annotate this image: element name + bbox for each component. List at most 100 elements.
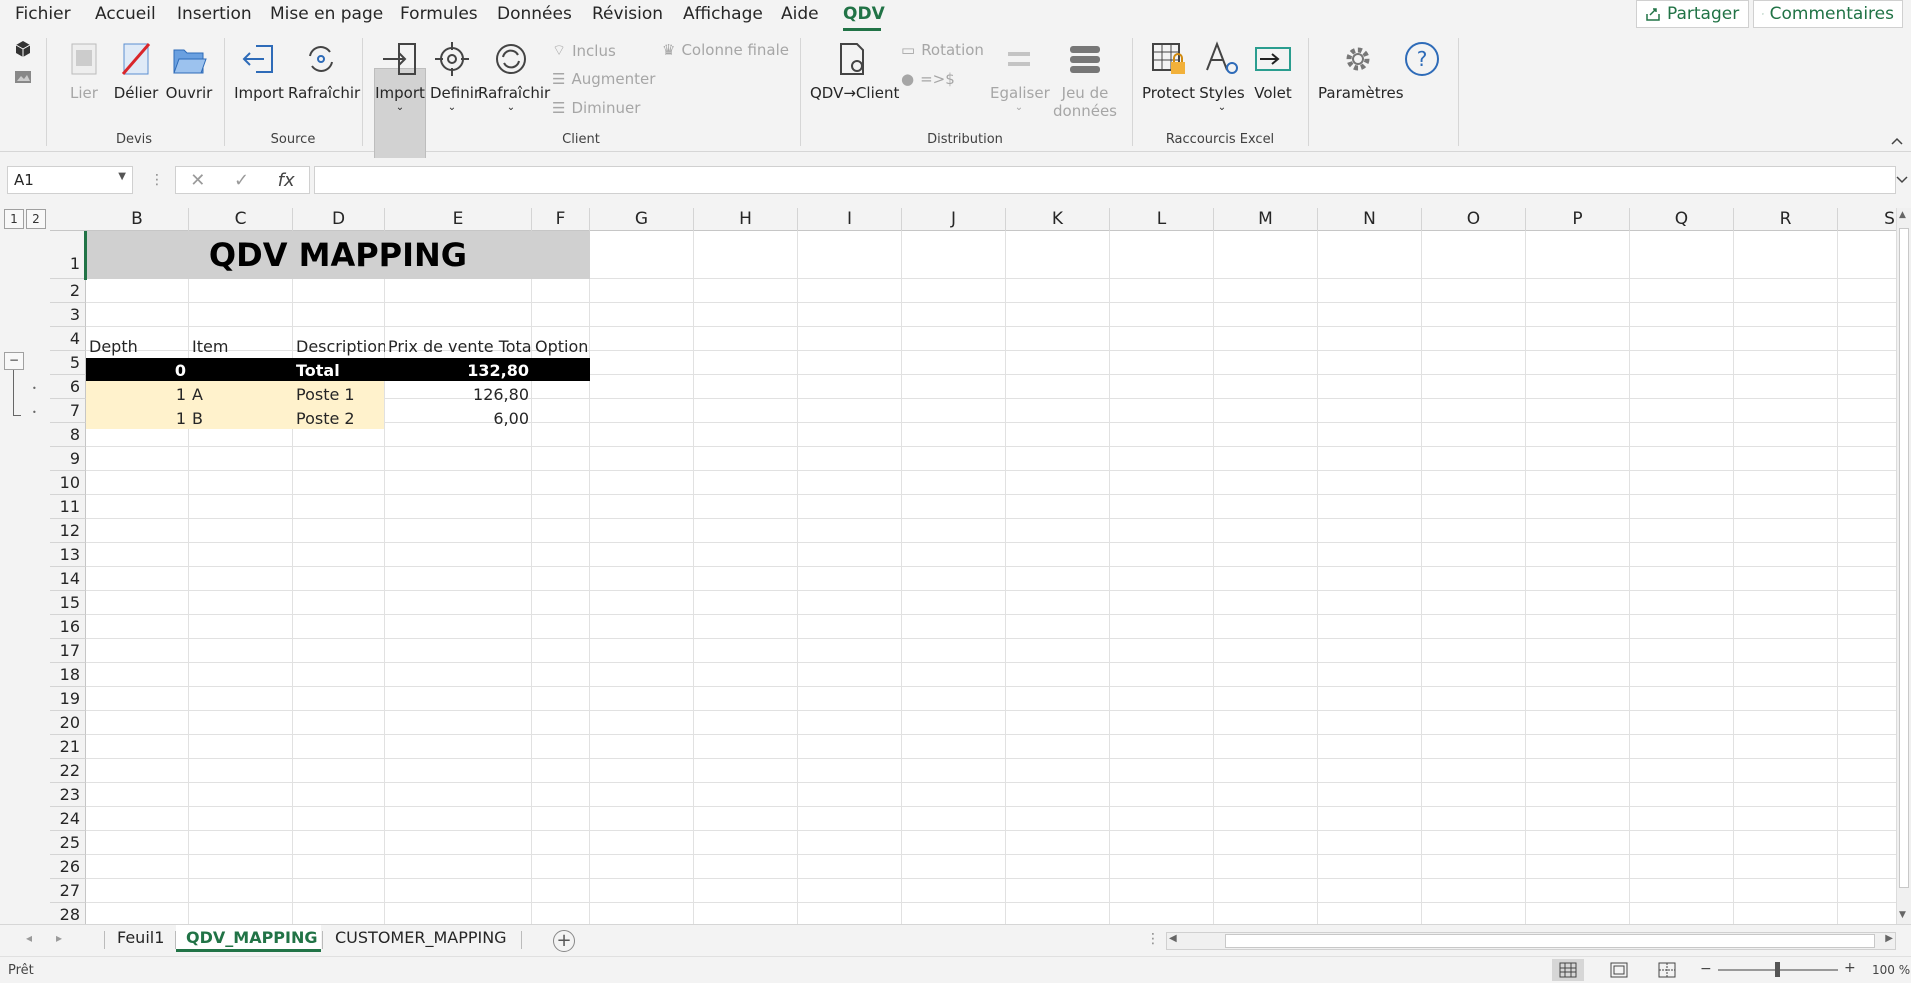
row7-depth[interactable]: 1: [86, 406, 189, 430]
enter-icon[interactable]: ✓: [234, 170, 249, 191]
row-header[interactable]: 4: [50, 327, 86, 351]
rotation-button[interactable]: ▭ Rotation: [901, 41, 984, 59]
row-header[interactable]: 27: [50, 879, 86, 903]
vertical-scrollbar[interactable]: ▲ ▼: [1896, 208, 1911, 924]
definir-button[interactable]: Definir ⌄: [430, 40, 480, 114]
column-header[interactable]: D: [293, 208, 385, 231]
row-header[interactable]: 2: [50, 279, 86, 303]
row-header[interactable]: 3: [50, 303, 86, 327]
total-description[interactable]: Total: [293, 358, 385, 382]
share-button[interactable]: Partager: [1636, 0, 1749, 28]
column-header[interactable]: K: [1006, 208, 1110, 231]
total-depth[interactable]: 0: [86, 358, 189, 382]
horizontal-scroll-thumb[interactable]: [1225, 934, 1875, 948]
column-header[interactable]: B: [86, 208, 189, 231]
scroll-left-icon[interactable]: ◀: [1169, 933, 1177, 944]
row7-item[interactable]: B: [189, 406, 293, 430]
parametres-button[interactable]: Paramètres: [1318, 40, 1404, 102]
column-header[interactable]: F: [532, 208, 590, 231]
row-header[interactable]: 7: [50, 399, 86, 423]
tab-customer-mapping[interactable]: CUSTOMER_MAPPING: [325, 925, 517, 952]
menu-accueil[interactable]: Accueil: [95, 4, 156, 24]
formula-input[interactable]: [314, 166, 1896, 194]
header-description[interactable]: Description: [293, 334, 385, 358]
menu-qdv[interactable]: QDV: [843, 4, 885, 24]
column-header[interactable]: O: [1422, 208, 1526, 231]
expand-formula-icon[interactable]: [1896, 174, 1908, 184]
zoom-in-icon[interactable]: +: [1844, 960, 1856, 976]
row6-item[interactable]: A: [189, 382, 293, 406]
add-sheet-button[interactable]: +: [553, 930, 575, 952]
qdv-client-button[interactable]: QDV→Client: [810, 40, 899, 102]
tab-feuil1[interactable]: Feuil1: [107, 925, 174, 952]
menu-formules[interactable]: Formules: [400, 4, 478, 24]
row-header[interactable]: 13: [50, 543, 86, 567]
drag-handle-icon[interactable]: ⋮: [150, 172, 164, 188]
egaliser-button[interactable]: Egaliser ⌄: [990, 40, 1050, 114]
tab-next-icon[interactable]: ▸: [56, 931, 62, 945]
help-button[interactable]: ?: [1402, 40, 1442, 84]
header-item[interactable]: Item: [189, 334, 293, 358]
cube-icon[interactable]: [14, 40, 32, 58]
column-header[interactable]: L: [1110, 208, 1214, 231]
row-header[interactable]: 14: [50, 567, 86, 591]
column-header[interactable]: Q: [1630, 208, 1734, 231]
zoom-level[interactable]: 100 %: [1872, 963, 1910, 977]
name-box[interactable]: A1 ▼: [7, 166, 133, 194]
header-option[interactable]: Option: [532, 334, 590, 358]
row-header[interactable]: 16: [50, 615, 86, 639]
insert-function-button[interactable]: fx: [278, 170, 295, 191]
delier-button[interactable]: Délier: [112, 40, 160, 102]
collapse-ribbon-icon[interactable]: [1890, 136, 1904, 146]
cancel-icon[interactable]: ✕: [190, 170, 205, 191]
total-prix[interactable]: 132,80: [385, 358, 532, 382]
row-header[interactable]: 21: [50, 735, 86, 759]
row7-prix[interactable]: 6,00: [385, 406, 532, 430]
scroll-right-icon[interactable]: ▶: [1885, 933, 1893, 944]
column-header[interactable]: C: [189, 208, 293, 231]
row6-description[interactable]: Poste 1: [293, 382, 385, 406]
column-header[interactable]: G: [590, 208, 694, 231]
menu-donnees[interactable]: Données: [497, 4, 572, 24]
scroll-down-icon[interactable]: ▼: [1899, 910, 1906, 920]
page-break-button[interactable]: [1651, 959, 1683, 981]
zoom-slider-thumb[interactable]: [1775, 962, 1780, 977]
row-header[interactable]: 9: [50, 447, 86, 471]
client-import-button[interactable]: Import ⌄: [374, 40, 426, 114]
column-header[interactable]: N: [1318, 208, 1422, 231]
client-refresh-button[interactable]: Rafraîchir ⌄: [478, 40, 550, 114]
row-header[interactable]: 23: [50, 783, 86, 807]
row6-prix[interactable]: 126,80: [385, 382, 532, 406]
column-header[interactable]: J: [902, 208, 1006, 231]
menu-revision[interactable]: Révision: [592, 4, 663, 24]
menu-insertion[interactable]: Insertion: [177, 4, 252, 24]
outline-level-1-button[interactable]: 1: [4, 209, 24, 229]
row-header[interactable]: 15: [50, 591, 86, 615]
sheet-title[interactable]: QDV MAPPING: [86, 231, 590, 279]
source-import-button[interactable]: Import: [234, 40, 284, 102]
row-header[interactable]: 5: [50, 351, 86, 375]
diminuer-button[interactable]: ☰ Diminuer: [552, 99, 640, 117]
cell-area[interactable]: QDV MAPPING Depth Item Description Prix …: [86, 231, 1896, 924]
protect-button[interactable]: Protect: [1142, 40, 1195, 102]
tab-prev-icon[interactable]: ◂: [26, 931, 32, 945]
tab-qdv-mapping[interactable]: QDV_MAPPING: [176, 925, 321, 952]
styles-button[interactable]: Styles ⌄: [1198, 40, 1246, 114]
menu-fichier[interactable]: Fichier: [15, 4, 71, 24]
horizontal-scrollbar[interactable]: ◀ ▶: [1166, 932, 1896, 950]
scroll-up-icon[interactable]: ▲: [1899, 210, 1906, 220]
lier-button[interactable]: Lier: [62, 40, 106, 102]
inclus-button[interactable]: ⌔ Inclus: [552, 41, 616, 60]
colonne-finale-button[interactable]: ♛ Colonne finale: [662, 41, 789, 59]
column-header[interactable]: I: [798, 208, 902, 231]
row-header[interactable]: 25: [50, 831, 86, 855]
column-header[interactable]: P: [1526, 208, 1630, 231]
header-depth[interactable]: Depth: [86, 334, 189, 358]
normal-view-button[interactable]: [1552, 959, 1584, 981]
row-header[interactable]: 8: [50, 423, 86, 447]
comments-button[interactable]: Commentaires: [1753, 0, 1903, 28]
currency-button[interactable]: ● =>$: [901, 70, 955, 88]
row-header[interactable]: 24: [50, 807, 86, 831]
split-handle-icon[interactable]: ⋮: [1146, 931, 1160, 947]
row-header[interactable]: 22: [50, 759, 86, 783]
